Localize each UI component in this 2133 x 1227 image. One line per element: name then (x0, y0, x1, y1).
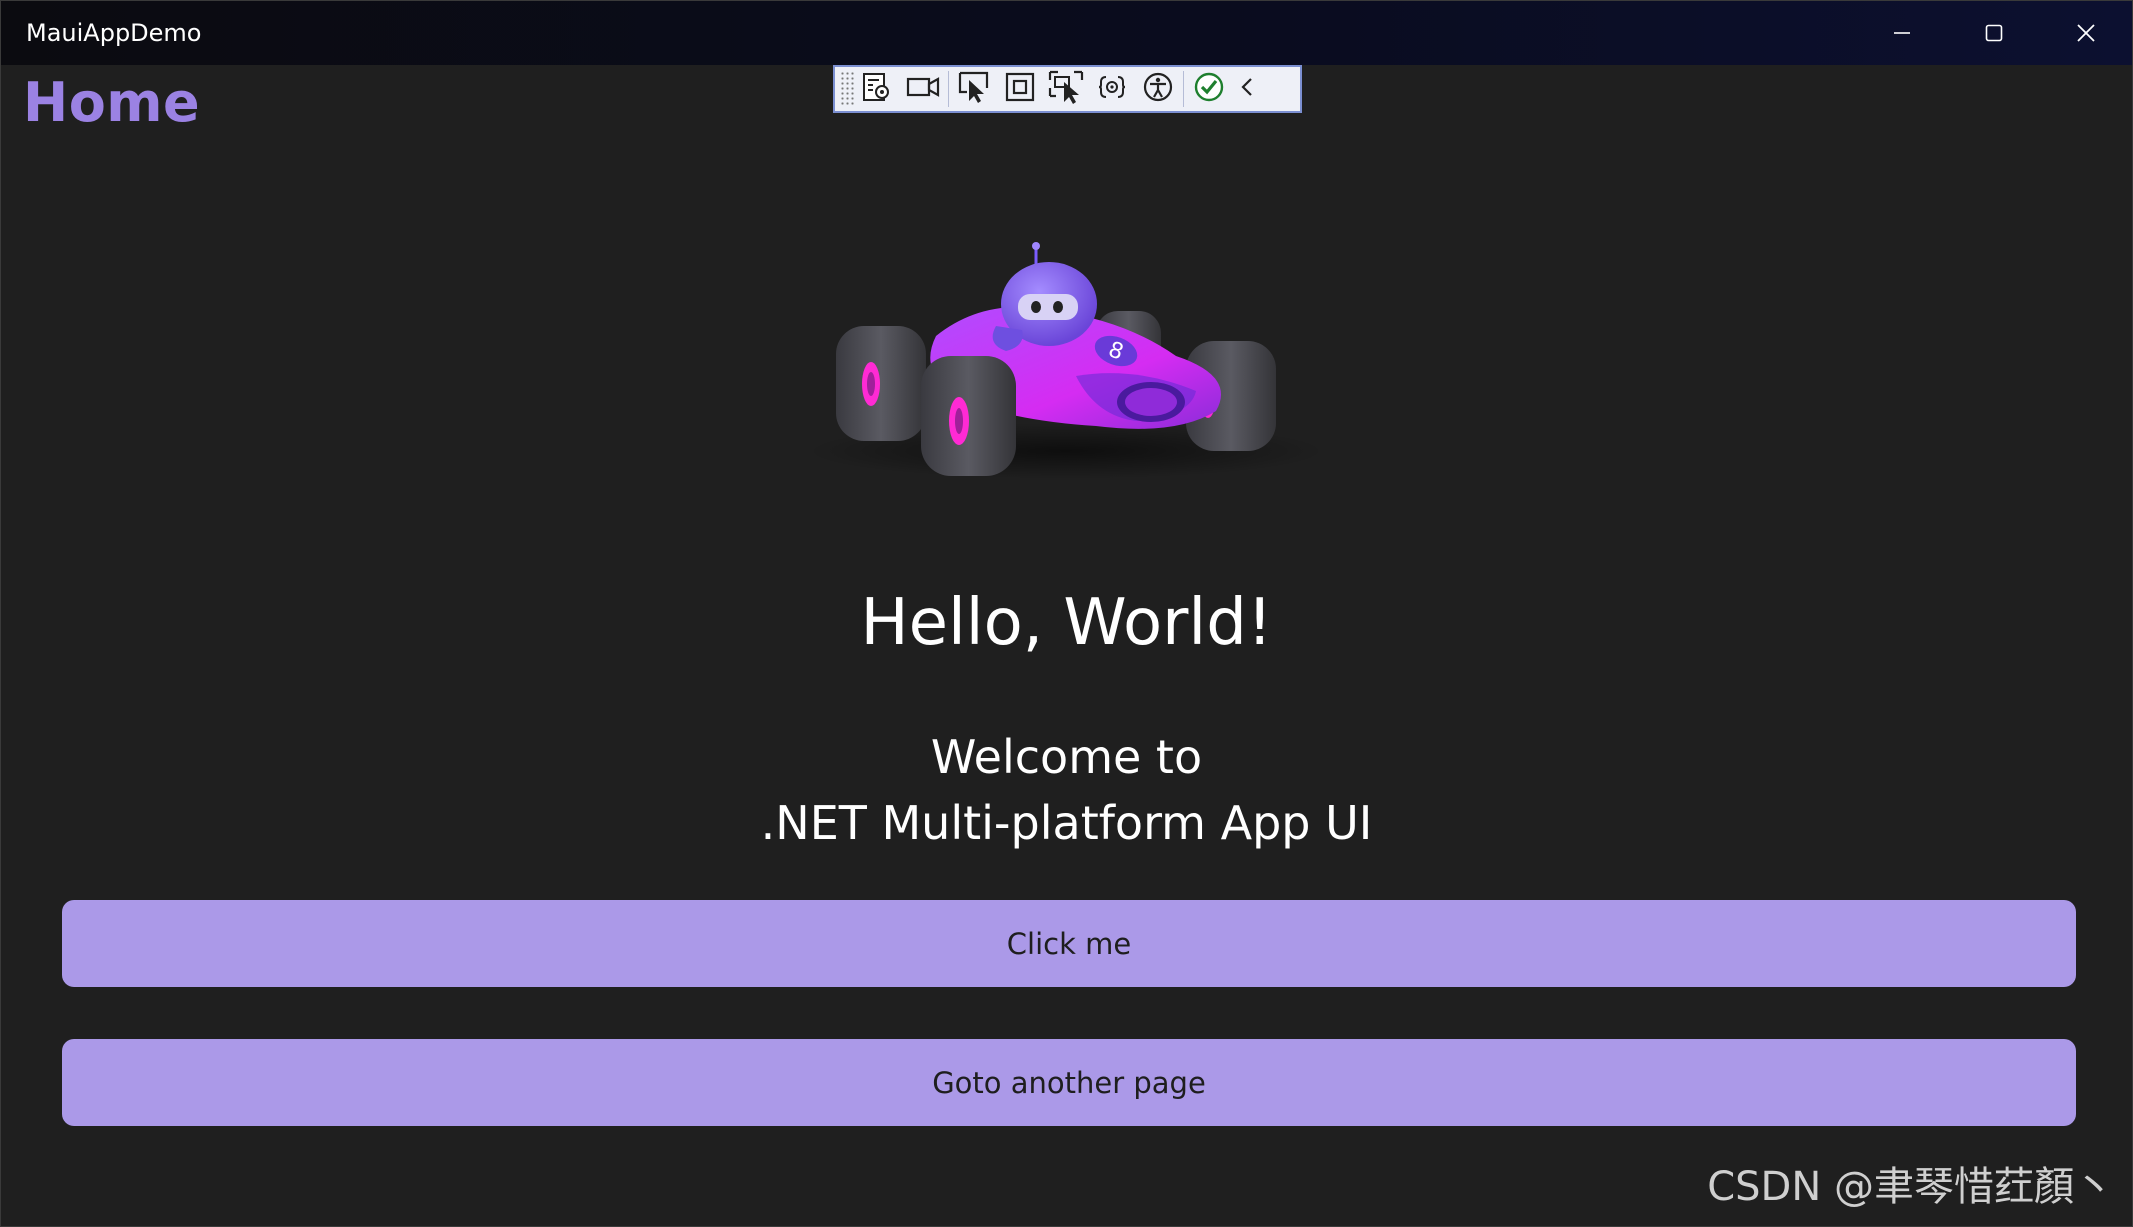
click-me-button[interactable]: Click me (62, 900, 2076, 987)
window-title: MauiAppDemo (26, 19, 202, 47)
dotnet-bot-race-car-image: 8 (796, 226, 1336, 496)
display-layout-adorners-button[interactable] (997, 67, 1043, 111)
select-element-icon (957, 70, 991, 109)
hello-heading: Hello, World! (860, 586, 1273, 660)
binding-failures-icon (1097, 72, 1127, 107)
close-button[interactable] (2040, 1, 2132, 65)
collapse-chevron-icon (1239, 76, 1255, 103)
track-focused-element-button[interactable] (1043, 67, 1089, 111)
display-layout-adorners-icon (1004, 71, 1036, 108)
hot-reload-status-button[interactable] (1186, 67, 1232, 111)
video-record-button[interactable] (900, 67, 946, 111)
live-visual-tree-icon (861, 71, 893, 108)
welcome-line-2: .NET Multi-platform App UI (760, 796, 1373, 850)
minimize-icon (1892, 23, 1912, 43)
app-window: MauiAppDemo Home 8 Hello, World! Welcome… (0, 0, 2133, 1227)
toolbar-separator (1183, 71, 1184, 107)
track-focused-element-icon (1048, 70, 1084, 109)
page-title: Home (23, 71, 201, 134)
minimize-button[interactable] (1856, 1, 1948, 65)
csdn-watermark: CSDN @聿琴惜荭顏丶 (1707, 1164, 2114, 1210)
xaml-debug-toolbar (833, 65, 1302, 113)
select-element-button[interactable] (951, 67, 997, 111)
toolbar-separator (948, 71, 949, 107)
toolbar-grip-handle[interactable] (840, 71, 854, 107)
hot-reload-status-icon (1193, 71, 1225, 108)
window-controls (1856, 1, 2132, 65)
live-visual-tree-button[interactable] (854, 67, 900, 111)
welcome-line-1: Welcome to (930, 730, 1203, 784)
accessibility-checker-icon (1142, 71, 1174, 108)
collapse-toolbar-button[interactable] (1232, 67, 1262, 111)
video-record-icon (906, 74, 940, 105)
title-bar[interactable]: MauiAppDemo (1, 1, 2132, 65)
welcome-text: Welcome to .NET Multi-platform App UI (1, 724, 2132, 856)
close-icon (2075, 22, 2097, 44)
maximize-icon (1984, 23, 2004, 43)
accessibility-checker-button[interactable] (1135, 67, 1181, 111)
maximize-button[interactable] (1948, 1, 2040, 65)
goto-another-page-button[interactable]: Goto another page (62, 1039, 2076, 1126)
binding-failures-button[interactable] (1089, 67, 1135, 111)
